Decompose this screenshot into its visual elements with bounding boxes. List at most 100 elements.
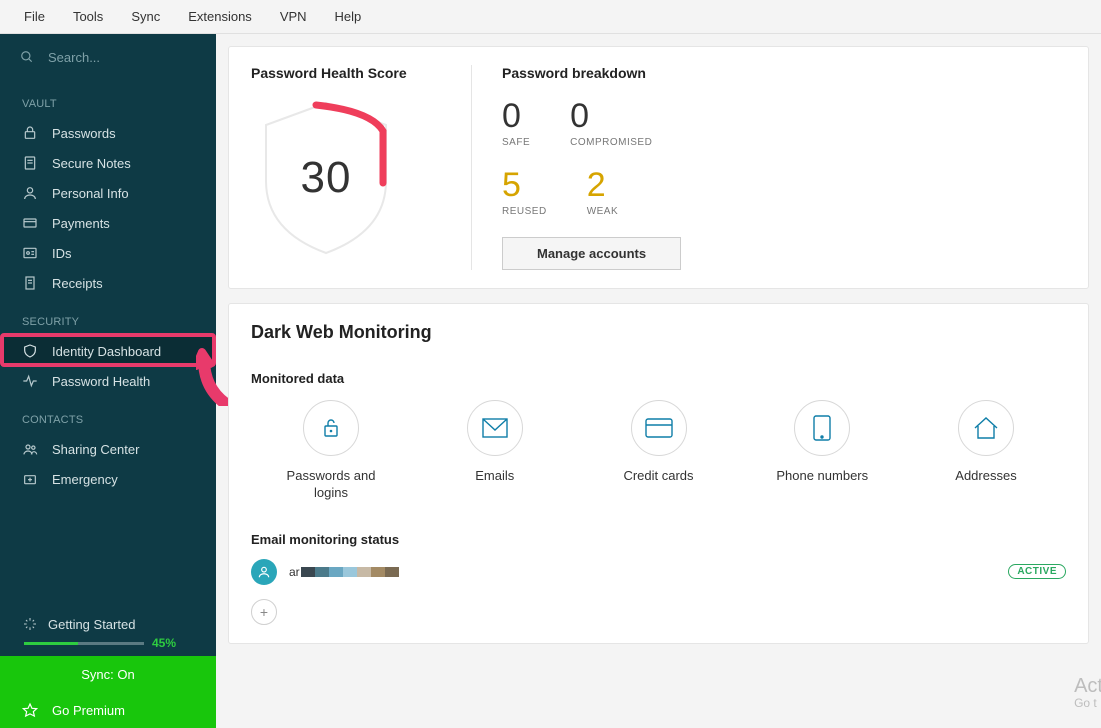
stat-weak: 2 WEAK — [587, 168, 618, 217]
darkweb-card: Dark Web Monitoring Monitored data Passw… — [228, 303, 1089, 644]
sidebar-item-label: Passwords — [52, 126, 116, 141]
sidebar-item-payments[interactable]: Payments — [0, 208, 216, 238]
lock-icon — [22, 125, 44, 141]
monitored-label: Emails — [475, 468, 514, 485]
stat-reused-label: REUSED — [502, 206, 547, 217]
add-email-button[interactable]: + — [251, 599, 277, 625]
receipt-icon — [22, 275, 44, 291]
health-score-gauge: 30 — [251, 91, 401, 261]
section-vault-label: VAULT — [0, 80, 216, 118]
monitored-data-title: Monitored data — [251, 371, 1066, 386]
menu-tools[interactable]: Tools — [59, 9, 117, 24]
sidebar: Search... VAULT Passwords Secure Notes P… — [0, 34, 216, 728]
menu-help[interactable]: Help — [321, 9, 376, 24]
note-icon — [22, 155, 44, 171]
phone-icon — [813, 415, 831, 441]
sparkle-icon — [22, 616, 38, 632]
progress-bar — [24, 642, 144, 645]
sync-status[interactable]: Sync: On — [0, 656, 216, 692]
shield-icon — [22, 343, 44, 359]
card-icon — [22, 215, 44, 231]
stat-compromised-label: COMPROMISED — [570, 137, 652, 148]
sidebar-item-label: Secure Notes — [52, 156, 131, 171]
getting-started-widget[interactable]: Getting Started 45% — [0, 606, 216, 656]
sidebar-item-sharing-center[interactable]: Sharing Center — [0, 434, 216, 464]
mail-icon — [482, 418, 508, 438]
people-icon — [22, 441, 44, 457]
section-security-label: SECURITY — [0, 298, 216, 336]
health-score-title: Password Health Score — [251, 65, 461, 81]
sidebar-item-receipts[interactable]: Receipts — [0, 268, 216, 298]
monitored-addresses[interactable]: Addresses — [926, 400, 1046, 502]
manage-accounts-button[interactable]: Manage accounts — [502, 237, 681, 270]
sidebar-item-label: Emergency — [52, 472, 118, 487]
pulse-icon — [22, 373, 44, 389]
darkweb-title: Dark Web Monitoring — [251, 322, 1066, 343]
sidebar-item-password-health[interactable]: Password Health — [0, 366, 216, 396]
sidebar-item-label: Payments — [52, 216, 110, 231]
monitored-email: ar — [289, 565, 399, 579]
premium-label: Go Premium — [52, 703, 125, 718]
monitored-email-row: ar ACTIVE — [251, 559, 1066, 585]
search-placeholder: Search... — [48, 50, 100, 65]
activation-watermark: Act Go t — [1074, 675, 1101, 710]
stat-compromised: 0 COMPROMISED — [570, 99, 652, 148]
sidebar-item-label: Password Health — [52, 374, 150, 389]
sidebar-item-label: IDs — [52, 246, 72, 261]
getting-started-label: Getting Started — [48, 617, 135, 632]
menu-bar: File Tools Sync Extensions VPN Help — [0, 0, 1101, 34]
person-icon — [22, 185, 44, 201]
id-icon — [22, 245, 44, 261]
menu-extensions[interactable]: Extensions — [174, 9, 266, 24]
sidebar-item-emergency[interactable]: Emergency — [0, 464, 216, 494]
stat-compromised-value: 0 — [570, 99, 652, 133]
stat-reused: 5 REUSED — [502, 168, 547, 217]
search-input[interactable]: Search... — [0, 34, 216, 80]
card-outline-icon — [645, 418, 673, 438]
sidebar-item-label: Identity Dashboard — [52, 344, 161, 359]
lock-outline-icon — [319, 416, 343, 440]
sidebar-item-identity-dashboard[interactable]: Identity Dashboard — [0, 336, 216, 366]
breakdown-title: Password breakdown — [502, 65, 1066, 81]
health-card: Password Health Score 30 Password breakd… — [228, 46, 1089, 289]
sidebar-item-ids[interactable]: IDs — [0, 238, 216, 268]
email-prefix: ar — [289, 565, 300, 579]
menu-vpn[interactable]: VPN — [266, 9, 321, 24]
stat-safe-label: SAFE — [502, 137, 530, 148]
status-badge: ACTIVE — [1008, 564, 1066, 579]
sidebar-item-passwords[interactable]: Passwords — [0, 118, 216, 148]
main-content: Password Health Score 30 Password breakd… — [216, 34, 1101, 728]
email-monitoring-title: Email monitoring status — [251, 532, 1066, 547]
avatar — [251, 559, 277, 585]
stat-reused-value: 5 — [502, 168, 547, 202]
sidebar-item-label: Receipts — [52, 276, 103, 291]
divider — [471, 65, 472, 270]
sidebar-item-personal-info[interactable]: Personal Info — [0, 178, 216, 208]
monitored-cards[interactable]: Credit cards — [599, 400, 719, 502]
sync-label: Sync: On — [81, 667, 134, 682]
monitored-emails[interactable]: Emails — [435, 400, 555, 502]
star-icon — [22, 702, 44, 718]
stat-safe-value: 0 — [502, 99, 530, 133]
monitored-label: Phone numbers — [776, 468, 868, 485]
health-score-value: 30 — [251, 153, 401, 203]
progress-percent: 45% — [152, 636, 176, 650]
monitored-label: Passwords and logins — [271, 468, 391, 502]
stat-weak-value: 2 — [587, 168, 618, 202]
section-contacts-label: CONTACTS — [0, 396, 216, 434]
go-premium-button[interactable]: Go Premium — [0, 692, 216, 728]
user-icon — [257, 565, 271, 579]
sidebar-item-secure-notes[interactable]: Secure Notes — [0, 148, 216, 178]
monitored-label: Credit cards — [623, 468, 693, 485]
stat-safe: 0 SAFE — [502, 99, 530, 148]
menu-file[interactable]: File — [10, 9, 59, 24]
monitored-passwords[interactable]: Passwords and logins — [271, 400, 391, 502]
monitored-phone[interactable]: Phone numbers — [762, 400, 882, 502]
emergency-icon — [22, 471, 44, 487]
sidebar-item-label: Personal Info — [52, 186, 129, 201]
search-icon — [20, 50, 34, 64]
stat-weak-label: WEAK — [587, 206, 618, 217]
sidebar-item-label: Sharing Center — [52, 442, 139, 457]
menu-sync[interactable]: Sync — [117, 9, 174, 24]
home-icon — [973, 416, 999, 440]
